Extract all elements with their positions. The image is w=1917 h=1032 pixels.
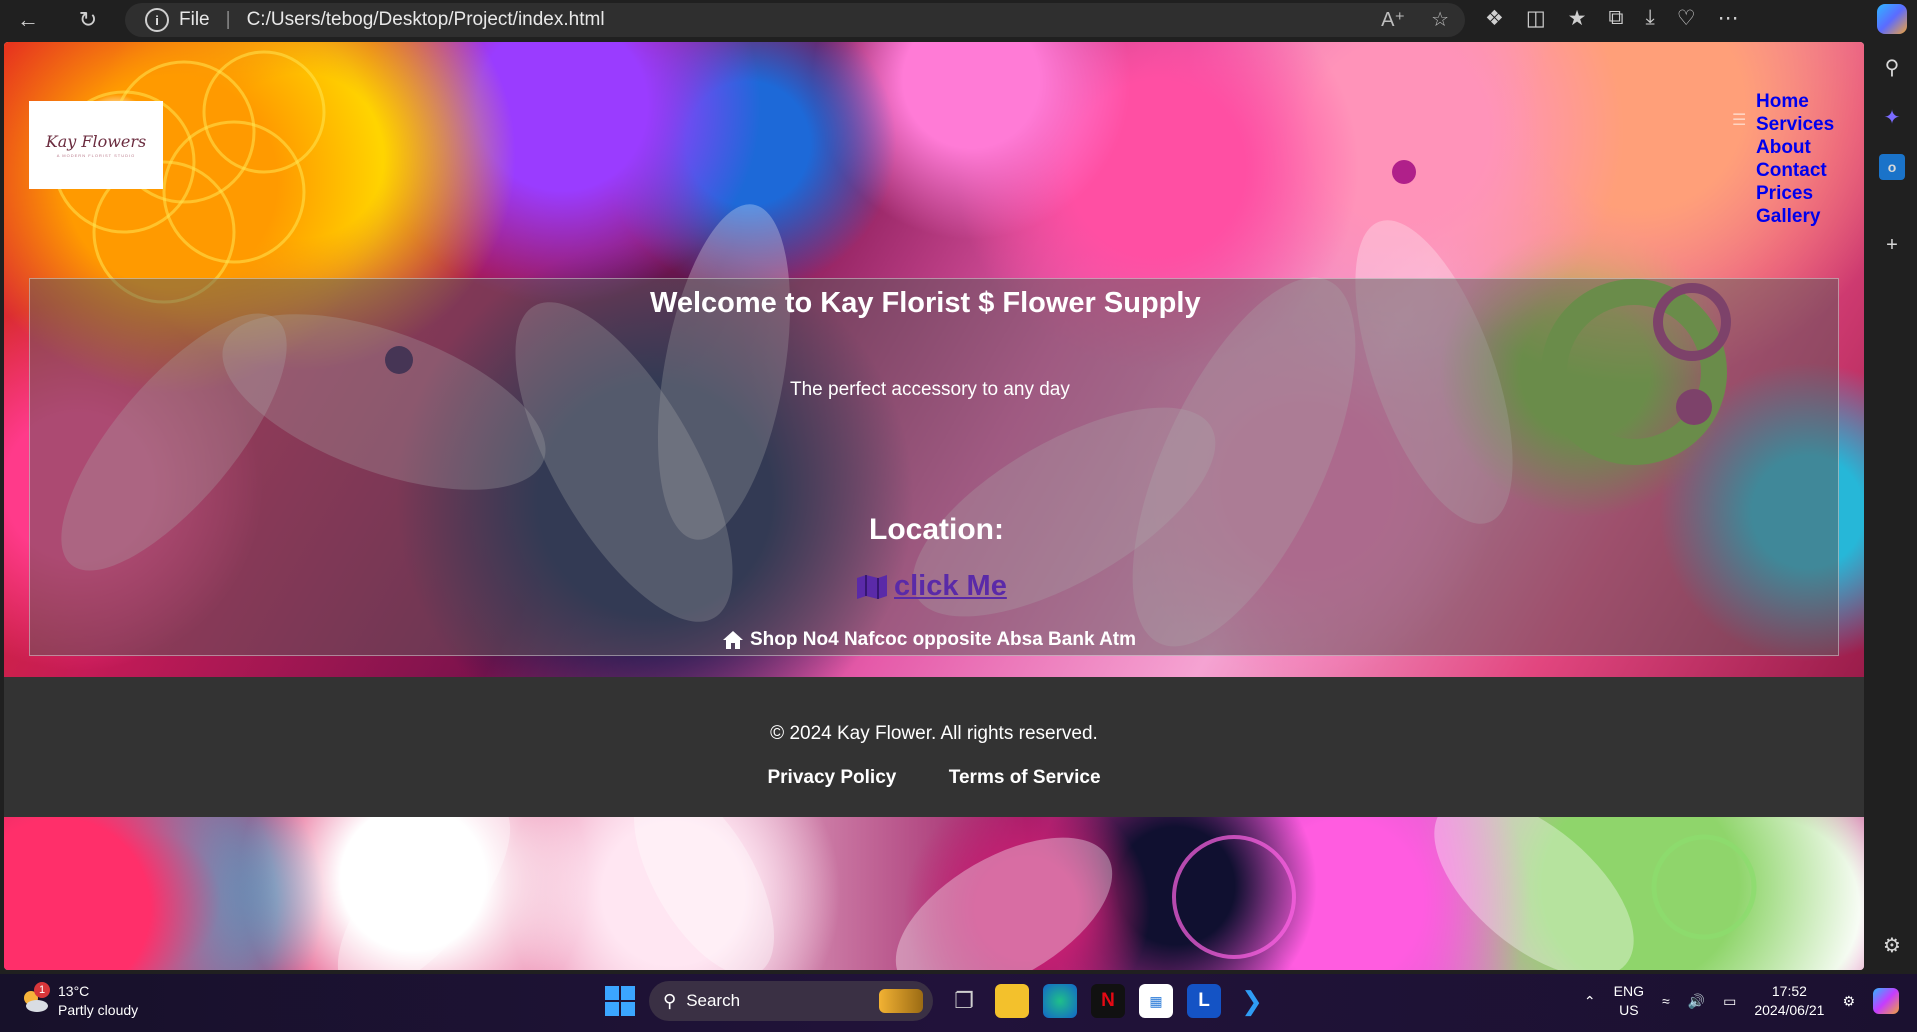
nav-link-contact[interactable]: Contact — [1756, 159, 1834, 182]
weather-widget[interactable]: 1 13°C Partly cloudy — [20, 982, 138, 1020]
weather-temperature: 13°C — [58, 983, 90, 999]
volume-icon[interactable]: 🔊 — [1688, 993, 1705, 1010]
weather-badge: 1 — [34, 982, 50, 998]
wifi-icon[interactable]: ≈ — [1662, 993, 1670, 1009]
welcome-tagline: The perfect accessory to any day — [790, 379, 1070, 400]
browser-toolbar: ← ↻ i File | C:/Users/tebog/Desktop/Proj… — [0, 0, 1917, 40]
welcome-title: Welcome to Kay Florist $ Flower Supply — [650, 287, 1201, 319]
privacy-policy-link[interactable]: Privacy Policy — [767, 767, 896, 788]
map-icon — [857, 574, 887, 599]
welcome-card: Welcome to Kay Florist $ Flower Supply T… — [29, 278, 1839, 656]
address-scheme-label: File — [179, 9, 210, 30]
click-me-label: click Me — [894, 570, 1007, 602]
location-map-link[interactable]: click Me — [856, 570, 1007, 603]
search-label: Search — [686, 991, 741, 1010]
nav-link-prices[interactable]: Prices — [1756, 182, 1834, 205]
battery-icon[interactable]: ▭ — [1723, 993, 1736, 1010]
home-icon — [723, 631, 743, 649]
favorite-star-icon[interactable]: ☆ — [1431, 7, 1449, 32]
bottom-petals-art — [337, 778, 1757, 970]
weather-description: Partly cloudy — [58, 1002, 139, 1018]
search-icon[interactable]: ⚲ — [1879, 54, 1905, 80]
logo-tagline: A MODERN FLORIST STUDIO — [56, 153, 136, 158]
netflix-icon[interactable]: N — [1091, 984, 1125, 1018]
terms-of-service-link[interactable]: Terms of Service — [949, 767, 1101, 788]
copilot-icon[interactable] — [1877, 4, 1907, 34]
copilot-sidebar-icon[interactable]: ✦ — [1879, 104, 1905, 130]
refresh-icon[interactable]: ↻ — [70, 4, 106, 36]
hero-section: Kay Flowers A MODERN FLORIST STUDIO ☰ Ho… — [4, 42, 1864, 677]
nav-link-gallery[interactable]: Gallery — [1756, 205, 1834, 228]
info-icon[interactable]: i — [145, 8, 169, 32]
main-nav: ☰ Home Services About Contact Prices Gal… — [1732, 90, 1834, 228]
edge-browser-icon[interactable] — [1043, 984, 1077, 1018]
microsoft-store-icon[interactable]: ▦ — [1139, 984, 1173, 1018]
nav-link-services[interactable]: Services — [1756, 113, 1834, 136]
app-l-icon[interactable]: L — [1187, 984, 1221, 1018]
browser-essentials-icon[interactable]: ♡ — [1677, 6, 1696, 31]
outlook-icon[interactable]: o — [1879, 154, 1905, 180]
search-icon: ⚲ — [663, 990, 677, 1011]
search-highlight-icon — [879, 989, 923, 1013]
logo[interactable]: Kay Flowers A MODERN FLORIST STUDIO — [29, 101, 163, 189]
extensions-icon[interactable]: ❖ — [1485, 6, 1504, 31]
clock[interactable]: 17:52 2024/06/21 — [1754, 982, 1824, 1020]
language-indicator[interactable]: ENG US — [1614, 982, 1644, 1020]
split-screen-icon[interactable]: ◫ — [1526, 6, 1546, 31]
nav-link-about[interactable]: About — [1756, 136, 1834, 159]
address-separator: | — [225, 9, 231, 30]
windows-taskbar: 1 13°C Partly cloudy ⚲ Search ❐ N ▦ L ❯ … — [0, 974, 1917, 1032]
page-viewport: Kay Flowers A MODERN FLORIST STUDIO ☰ Ho… — [4, 42, 1864, 970]
nav-link-home[interactable]: Home — [1756, 90, 1834, 113]
menu-hamburger-icon[interactable]: ☰ — [1732, 110, 1746, 130]
browser-sidebar: ⚲ ✦ o + ⚙ — [1866, 40, 1917, 972]
partly-cloudy-icon: 1 — [20, 982, 50, 1016]
add-icon[interactable]: + — [1879, 232, 1905, 258]
tray-overflow-chevron-icon[interactable]: ⌃ — [1584, 993, 1596, 1010]
favorites-icon[interactable]: ★ — [1568, 6, 1587, 31]
more-options-icon[interactable]: ⋯ — [1718, 6, 1739, 31]
address-bar[interactable]: i File | C:/Users/tebog/Desktop/Project/… — [125, 3, 1465, 37]
address-text: Shop No4 Nafcoc opposite Absa Bank Atm — [750, 629, 1137, 650]
copyright-text: © 2024 Kay Flower. All rights reserved. — [770, 723, 1098, 744]
copilot-taskbar-icon[interactable] — [1873, 988, 1899, 1014]
address-url[interactable]: C:/Users/tebog/Desktop/Project/index.htm… — [247, 9, 605, 31]
bottom-flower-background — [4, 778, 1864, 970]
taskbar-search[interactable]: ⚲ Search — [649, 981, 933, 1021]
read-aloud-icon[interactable]: A⁺ — [1381, 7, 1405, 32]
logo-name: Kay Flowers — [45, 132, 147, 151]
file-explorer-icon[interactable] — [995, 984, 1029, 1018]
vscode-icon[interactable]: ❯ — [1235, 984, 1269, 1018]
notifications-bell-icon[interactable]: ⚙ — [1842, 993, 1855, 1010]
location-heading: Location: — [869, 513, 1004, 546]
clock-time: 17:52 — [1771, 983, 1807, 999]
page-footer: © 2024 Kay Flower. All rights reserved. … — [4, 677, 1864, 817]
task-view-icon[interactable]: ❐ — [947, 984, 981, 1018]
windows-start-icon[interactable] — [605, 986, 635, 1016]
language-code: ENG — [1613, 983, 1644, 999]
downloads-icon[interactable]: ⤓ — [1646, 6, 1655, 31]
back-arrow-icon[interactable]: ← — [10, 4, 46, 36]
settings-gear-icon[interactable]: ⚙ — [1879, 932, 1905, 958]
shop-address: Shop No4 Nafcoc opposite Absa Bank Atm — [722, 629, 1136, 651]
collections-icon[interactable]: ⧉ — [1609, 6, 1624, 31]
clock-date: 2024/06/21 — [1754, 1002, 1825, 1018]
region-code: US — [1619, 1002, 1639, 1018]
